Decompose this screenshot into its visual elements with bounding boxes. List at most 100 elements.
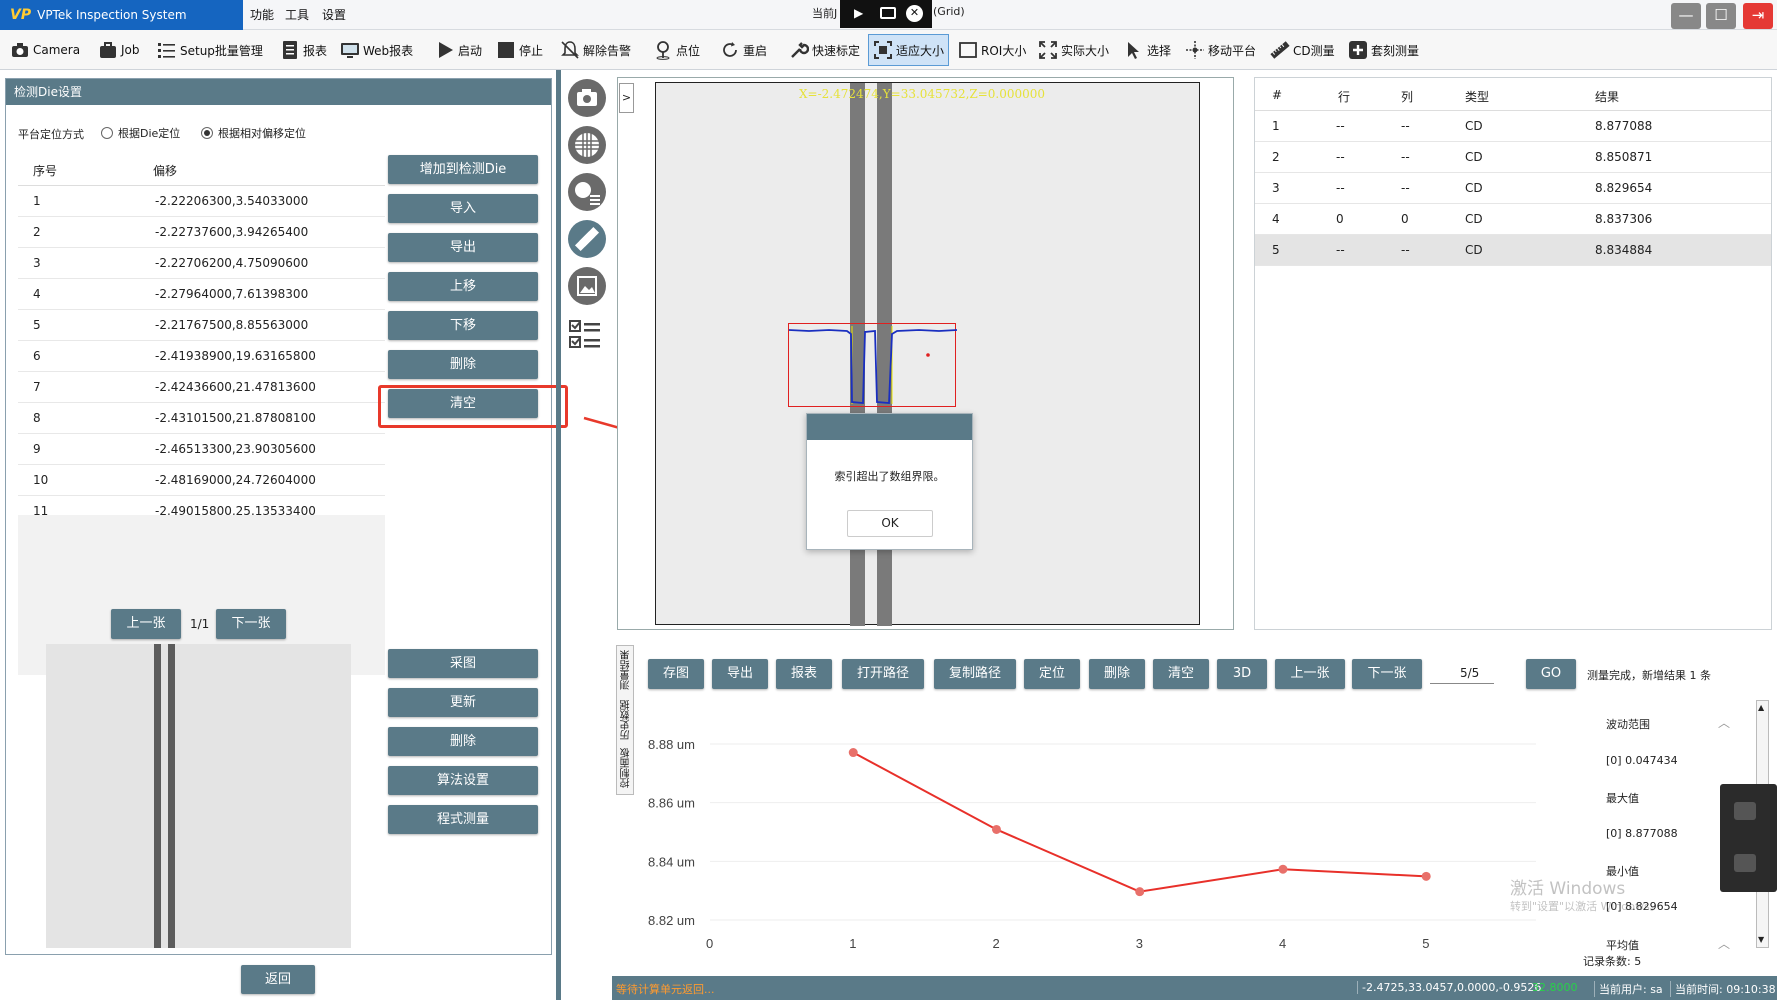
toolbar-actual-size[interactable]: 实际大小 [1038, 36, 1109, 64]
offset-row[interactable]: 8 -2.43101500,21.87808100 [18, 403, 385, 434]
result-cell-type: CD [1465, 150, 1483, 164]
minimize-button[interactable]: — [1671, 3, 1701, 29]
toolbar-start[interactable]: 启动 [435, 36, 482, 64]
result-cell-row: -- [1336, 243, 1345, 257]
collapse-avg-icon[interactable]: ︿ [1718, 935, 1730, 952]
result-row[interactable]: 3 -- -- CD 8.829654 [1255, 173, 1771, 204]
tab-measure-results[interactable]: 测量结果 [619, 650, 634, 690]
offset-row[interactable]: 10 -2.48169000,24.72604000 [18, 465, 385, 496]
back-button[interactable]: 返回 [241, 965, 315, 994]
tab-control-panel[interactable]: 控制面板 [619, 748, 634, 788]
offset-row[interactable]: 7 -2.42436600,21.47813600 [18, 372, 385, 403]
menu-settings[interactable]: 设置 [322, 6, 346, 23]
view-3d-button[interactable]: 3D [1217, 659, 1267, 689]
open-path-button[interactable]: 打开路径 [842, 659, 924, 689]
bottom-clear-button[interactable]: 清空 [1153, 659, 1209, 689]
toolbar-roi-size-label: ROI大小 [981, 43, 1027, 58]
expand-panel-toggle[interactable]: > [619, 83, 634, 113]
offset-row[interactable]: 3 -2.22706200,4.75090600 [18, 248, 385, 279]
measure-tool-icon[interactable] [568, 220, 606, 258]
offset-row[interactable]: 1 -2.22206300,3.54033000 [18, 186, 385, 217]
toolbar-camera[interactable]: Camera [10, 36, 80, 64]
toolbar-stop[interactable]: 停止 [496, 36, 543, 64]
save-image-button[interactable]: 存图 [648, 659, 704, 689]
menu-function[interactable]: 功能 [250, 6, 274, 23]
grid-list-icon[interactable] [568, 173, 606, 211]
radio-die-position[interactable]: 根据Die定位 [101, 125, 180, 141]
result-row[interactable]: 2 -- -- CD 8.850871 [1255, 142, 1771, 173]
toolbar-report[interactable]: 报表 [280, 36, 327, 64]
move-up-button[interactable]: 上移 [388, 272, 538, 301]
data-point [1278, 864, 1288, 874]
bottom-delete-button[interactable]: 删除 [1089, 659, 1145, 689]
radio-offset-position[interactable]: 根据相对偏移定位 [201, 125, 306, 141]
add-to-die-button[interactable]: 增加到检测Die [388, 155, 538, 184]
toolbar-cd-measure[interactable]: CD测量 [1270, 36, 1335, 64]
widget-mic-off-icon[interactable] [1734, 854, 1756, 872]
radio-die-indicator[interactable] [101, 127, 113, 139]
menu-tools[interactable]: 工具 [285, 6, 309, 23]
offset-row[interactable]: 2 -2.22737600,3.94265400 [18, 217, 385, 248]
toolbar-move-stage-label: 移动平台 [1208, 43, 1257, 58]
close-overlay-icon[interactable]: ✕ [906, 5, 923, 22]
move-down-button[interactable]: 下移 [388, 311, 538, 340]
toolbar-quick-calibrate[interactable]: 快速标定 [789, 36, 860, 64]
record-screen-icon[interactable] [880, 7, 896, 19]
scroll-up-icon[interactable]: ▲ [1758, 703, 1764, 712]
dialog-ok-button[interactable]: OK [847, 510, 933, 537]
scroll-down-icon[interactable]: ▼ [1758, 935, 1764, 944]
toolbar-overlay-measure[interactable]: 套刻测量 [1348, 36, 1419, 64]
maximize-button[interactable]: ☐ [1706, 3, 1736, 29]
bottom-prev-button[interactable]: 上一张 [1275, 659, 1345, 689]
next-image-button[interactable]: 下一张 [216, 609, 286, 639]
radio-offset-indicator[interactable] [201, 127, 213, 139]
offset-row-value: -2.22706200,4.75090600 [155, 256, 309, 270]
offset-row[interactable]: 6 -2.41938900,19.63165800 [18, 341, 385, 372]
bottom-export-button[interactable]: 导出 [712, 659, 768, 689]
result-row[interactable]: 5 -- -- CD 8.834884 [1255, 235, 1771, 266]
export-button[interactable]: 导出 [388, 233, 538, 262]
offset-row[interactable]: 9 -2.46513300,23.90305600 [18, 434, 385, 465]
exit-button[interactable]: ⇥ [1743, 3, 1773, 29]
algorithm-settings-button[interactable]: 算法设置 [388, 766, 538, 795]
delete-image-button[interactable]: 删除 [388, 727, 538, 756]
image-frame-icon[interactable] [568, 267, 606, 305]
tab-history-data[interactable]: 历史数据 [619, 700, 634, 740]
range-label: 波动范围 [1606, 718, 1650, 731]
toolbar-select[interactable]: 选择 [1124, 36, 1171, 64]
toolbar-clear-alarm[interactable]: 解除告警 [560, 36, 631, 64]
capture-camera-icon[interactable] [568, 79, 606, 117]
capture-button[interactable]: 采图 [388, 649, 538, 678]
checklist-icon[interactable] [568, 318, 604, 352]
delete-button[interactable]: 删除 [388, 350, 538, 379]
locate-button[interactable]: 定位 [1024, 659, 1080, 689]
grid-icon[interactable] [568, 126, 606, 164]
toolbar-fit-size[interactable]: 适应大小 [868, 34, 950, 66]
update-button[interactable]: 更新 [388, 688, 538, 717]
toolbar-job[interactable]: Job [98, 36, 140, 64]
toolbar-restart[interactable]: 重启 [720, 36, 767, 64]
result-row[interactable]: 1 -- -- CD 8.877088 [1255, 111, 1771, 142]
import-button[interactable]: 导入 [388, 194, 538, 223]
offset-row[interactable]: 4 -2.27964000,7.61398300 [18, 279, 385, 310]
toolbar-point[interactable]: 点位 [653, 36, 700, 64]
bottom-report-button[interactable]: 报表 [776, 659, 832, 689]
program-measure-button[interactable]: 程式测量 [388, 805, 538, 834]
offset-row[interactable]: 5 -2.21767500,8.85563000 [18, 310, 385, 341]
toolbar-roi-size[interactable]: ROI大小 [958, 36, 1026, 64]
copy-path-button[interactable]: 复制路径 [934, 659, 1016, 689]
go-button[interactable]: GO [1526, 659, 1576, 689]
toolbar-fit-size-label: 适应大小 [896, 43, 945, 58]
bottom-next-button[interactable]: 下一张 [1352, 659, 1422, 689]
toolbar-setup[interactable]: Setup批量管理 [157, 36, 263, 64]
roi-box[interactable] [788, 323, 957, 407]
toolbar-move-stage[interactable]: 移动平台 [1185, 36, 1256, 64]
prev-image-button[interactable]: 上一张 [111, 609, 181, 639]
toolbar-web-report[interactable]: Web报表 [340, 36, 413, 64]
widget-camera-off-icon[interactable] [1734, 802, 1756, 820]
play-small-icon[interactable]: ▶ [854, 6, 863, 20]
result-row[interactable]: 4 0 0 CD 8.837306 [1255, 204, 1771, 235]
dialog-title-bar[interactable] [807, 414, 972, 440]
panel-divider[interactable] [556, 70, 561, 1000]
collapse-range-icon[interactable]: ︿ [1718, 714, 1730, 731]
